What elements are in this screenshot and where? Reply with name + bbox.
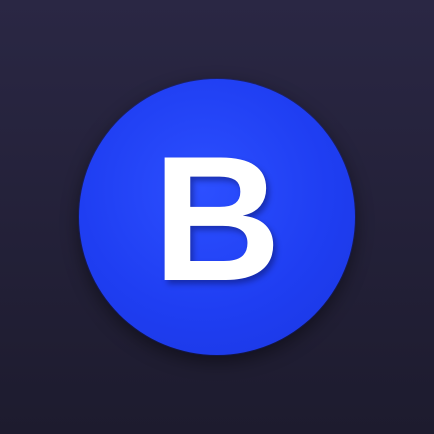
logo-letter: B <box>152 119 282 318</box>
logo-circle: B <box>79 79 355 355</box>
app-icon[interactable]: B <box>0 0 434 434</box>
